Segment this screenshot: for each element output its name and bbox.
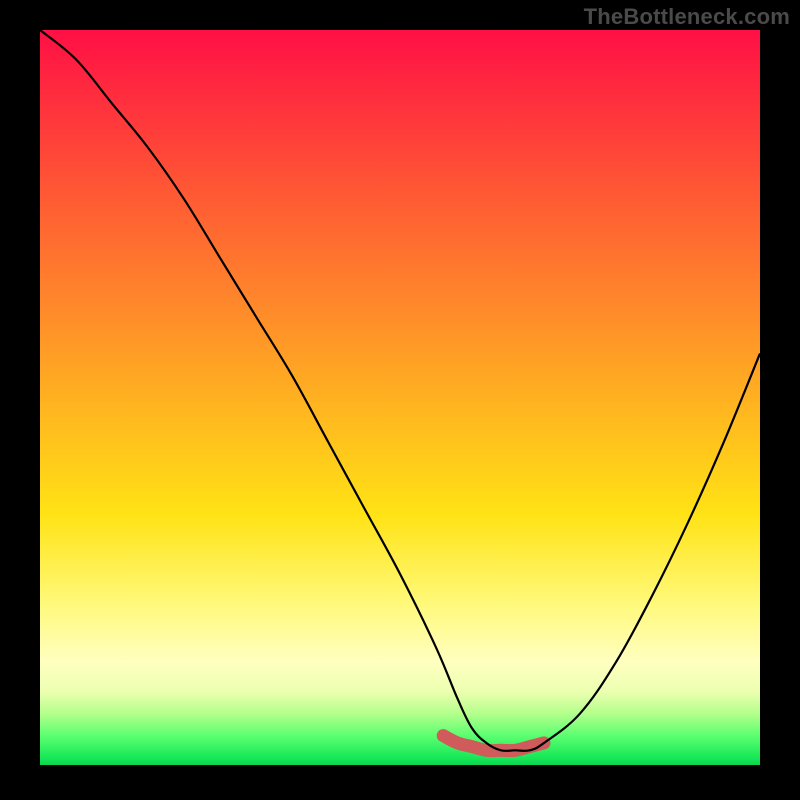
chart-frame: TheBottleneck.com <box>0 0 800 800</box>
bottleneck-curve <box>40 30 760 751</box>
curve-layer <box>40 30 760 765</box>
plot-area <box>40 30 760 765</box>
watermark-text: TheBottleneck.com <box>584 4 790 30</box>
